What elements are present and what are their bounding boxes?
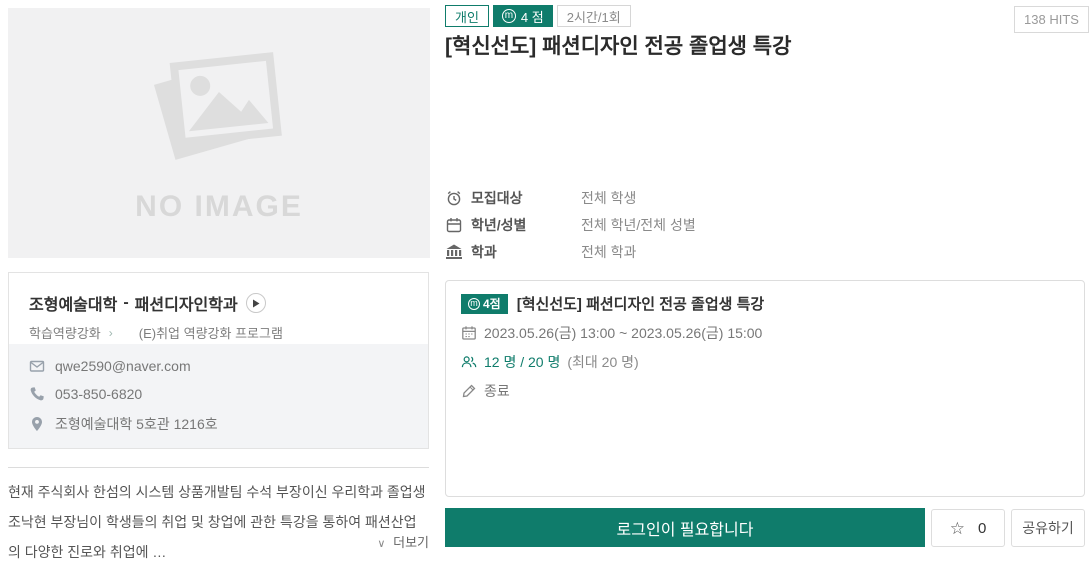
contact-email: qwe2590@naver.com	[29, 358, 408, 374]
badge-points-label: 4 점	[521, 7, 544, 26]
organization-name: 조형예술대학 - 패션디자인학과	[29, 291, 408, 315]
info-label: 모집대상	[471, 188, 555, 208]
schedule-points-badge: m 4점	[461, 294, 508, 314]
capacity-max: (최대 20 명)	[567, 352, 638, 372]
badge-personal: 개인	[445, 5, 489, 27]
info-label: 학과	[471, 242, 555, 262]
schedule-points-label: 4점	[483, 295, 501, 312]
divider	[8, 467, 429, 468]
schedule-card: m 4점 [혁신선도] 패션디자인 전공 졸업생 특강 2023.05.26(금…	[445, 280, 1085, 497]
favorite-count: 0	[978, 520, 986, 537]
info-row-grade-gender: 학년/성별 전체 학년/전체 성별	[445, 216, 696, 234]
department-name: 패션디자인학과	[135, 291, 238, 315]
info-value: 전체 학생	[581, 188, 636, 208]
favorite-button[interactable]: ☆ 0	[931, 509, 1005, 547]
chevron-down-icon: ∨	[377, 538, 385, 550]
mileage-m-icon: m	[468, 298, 480, 310]
info-value: 전체 학년/전체 성별	[581, 215, 696, 235]
mileage-m-icon: m	[502, 9, 516, 23]
contact-location: 조형예술대학 5호관 1216호	[29, 414, 408, 434]
phone-icon	[29, 386, 45, 402]
program-description: 현재 주식회사 한섬의 시스템 상품개발팀 수석 부장이신 우리학과 졸업생 조…	[8, 477, 429, 567]
contact-phone: 053-850-6820	[29, 386, 408, 402]
alarm-clock-icon	[445, 189, 463, 207]
info-row-target: 모집대상 전체 학생	[445, 189, 696, 207]
calendar-icon	[445, 216, 463, 234]
play-button[interactable]	[246, 293, 266, 313]
program-info-list: 모집대상 전체 학생 학년/성별 전체 학년/전체 성별 학과 전체 학과	[445, 189, 696, 261]
show-more-button[interactable]: ∨ 더보기	[8, 532, 429, 551]
breadcrumb-program[interactable]: (E)취업 역량강화 프로그램	[139, 323, 283, 342]
chevron-right-icon: ›	[109, 326, 113, 340]
share-button[interactable]: 공유하기	[1011, 509, 1085, 547]
map-pin-icon	[29, 416, 45, 432]
contact-location-value: 조형예술대학 5호관 1216호	[55, 414, 218, 434]
college-name: 조형예술대학	[29, 291, 117, 315]
show-more-label: 더보기	[393, 535, 429, 550]
star-icon: ☆	[950, 520, 965, 537]
badge-mileage-points: m 4 점	[493, 5, 553, 27]
breadcrumb: 학습역량강화 › (E)취업 역량강화 프로그램	[29, 323, 408, 342]
info-label: 학년/성별	[471, 215, 555, 235]
schedule-status: 종료	[484, 381, 510, 401]
organization-card: 조형예술대학 - 패션디자인학과 학습역량강화 › (E)취업 역량강화 프로그…	[8, 272, 429, 449]
name-separator: -	[123, 294, 128, 312]
people-icon	[461, 354, 477, 370]
info-row-department: 학과 전체 학과	[445, 243, 696, 261]
contact-phone-value: 053-850-6820	[55, 386, 142, 402]
info-value: 전체 학과	[581, 242, 636, 262]
bank-icon	[445, 243, 463, 261]
badge-duration: 2시간/1회	[557, 5, 631, 27]
schedule-title: [혁신선도] 패션디자인 전공 졸업생 특강	[517, 293, 764, 314]
capacity-current: 12 명 / 20 명	[484, 352, 560, 372]
no-image-icon	[144, 42, 294, 172]
program-thumbnail: NO IMAGE	[8, 8, 430, 258]
mail-icon	[29, 358, 45, 374]
calendar-icon	[461, 325, 477, 341]
page-title: [혁신선도] 패션디자인 전공 졸업생 특강	[445, 30, 1005, 60]
badge-row: 개인 m 4 점 2시간/1회	[445, 5, 631, 27]
breadcrumb-category[interactable]: 학습역량강화	[29, 323, 101, 342]
contact-list: qwe2590@naver.com 053-850-6820 조형예술대학 5호…	[9, 344, 428, 448]
login-required-button[interactable]: 로그인이 필요합니다	[445, 508, 925, 547]
contact-email-value: qwe2590@naver.com	[55, 358, 191, 374]
schedule-capacity-row: 12 명 / 20 명 (최대 20 명)	[461, 352, 1069, 372]
schedule-date-row: 2023.05.26(금) 13:00 ~ 2023.05.26(금) 15:0…	[461, 323, 1069, 343]
schedule-status-row: 종료	[461, 381, 1069, 401]
schedule-date: 2023.05.26(금) 13:00 ~ 2023.05.26(금) 15:0…	[484, 323, 762, 343]
no-image-label: NO IMAGE	[135, 190, 303, 224]
pen-icon	[461, 383, 477, 399]
hits-counter: 138 HITS	[1014, 6, 1089, 33]
